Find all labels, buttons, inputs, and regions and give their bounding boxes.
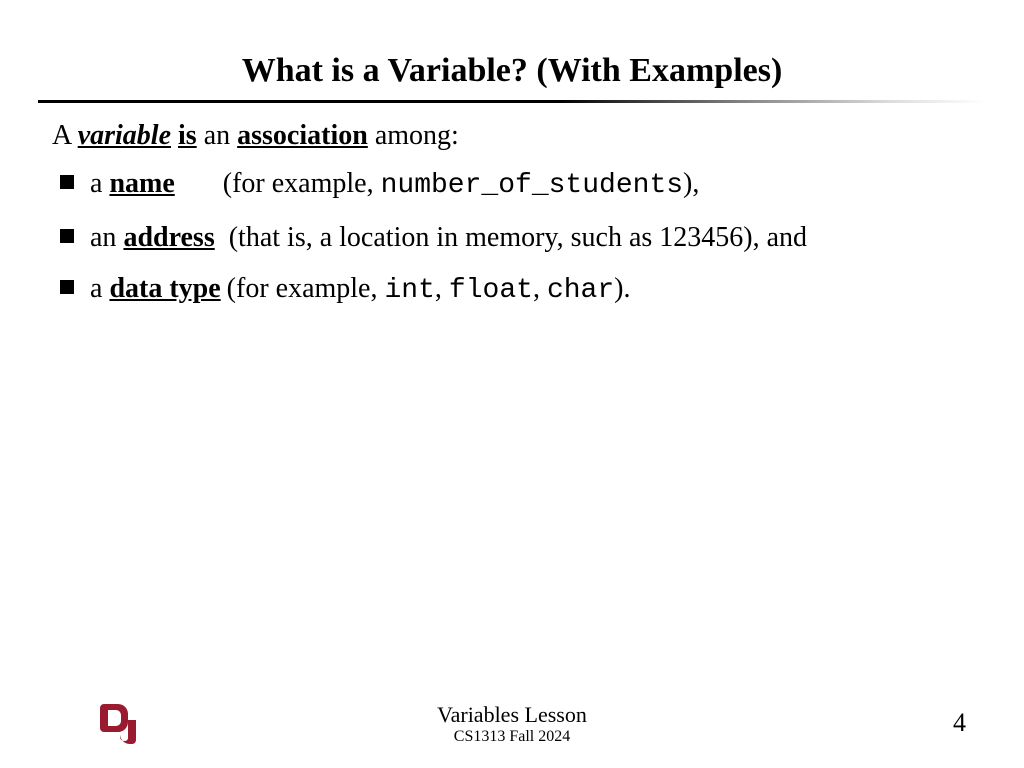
- text: a: [90, 168, 109, 199]
- text: [171, 120, 178, 151]
- footer-center: Variables Lesson CS1313 Fall 2024: [0, 702, 1024, 746]
- text: (that is, a location in memory, such as …: [229, 222, 807, 253]
- text: an: [90, 222, 123, 253]
- code-float: float: [449, 275, 533, 306]
- bullet-address: an address (that is, a location in memory…: [56, 219, 964, 257]
- text: ,: [533, 273, 547, 304]
- text: ).: [614, 273, 630, 304]
- text: among:: [368, 120, 459, 151]
- footer-course: CS1313 Fall 2024: [0, 728, 1024, 746]
- text: a: [90, 273, 109, 304]
- text: A: [52, 120, 78, 151]
- code-int: int: [385, 275, 435, 306]
- footer: Variables Lesson CS1313 Fall 2024 4: [0, 700, 1024, 746]
- keyword-is: is: [178, 120, 197, 151]
- slide-body: A variable is an association among: a na…: [0, 103, 1024, 310]
- bullet-name: a name (for example, number_of_students),: [56, 165, 964, 205]
- footer-lesson: Variables Lesson: [0, 702, 1024, 727]
- keyword-address: address: [123, 222, 214, 253]
- keyword-association: association: [237, 120, 368, 151]
- keyword-variable: variable: [78, 120, 171, 151]
- keyword-data-type: data type: [109, 273, 220, 304]
- text: (for example,: [223, 168, 381, 199]
- slide: What is a Variable? (With Examples) A va…: [0, 0, 1024, 768]
- text: (for example,: [227, 273, 385, 304]
- page-number: 4: [953, 708, 966, 738]
- bullet-datatype: a data type(for example, int, float, cha…: [56, 270, 964, 310]
- intro-line: A variable is an association among:: [52, 117, 964, 155]
- code-char: char: [547, 275, 614, 306]
- slide-title: What is a Variable? (With Examples): [0, 0, 1024, 100]
- code-number-of-students: number_of_students: [381, 170, 683, 201]
- text: ,: [435, 273, 449, 304]
- bullet-list: a name (for example, number_of_students),…: [56, 165, 964, 310]
- text: an: [197, 120, 237, 151]
- text: ),: [683, 168, 699, 199]
- keyword-name: name: [109, 168, 174, 199]
